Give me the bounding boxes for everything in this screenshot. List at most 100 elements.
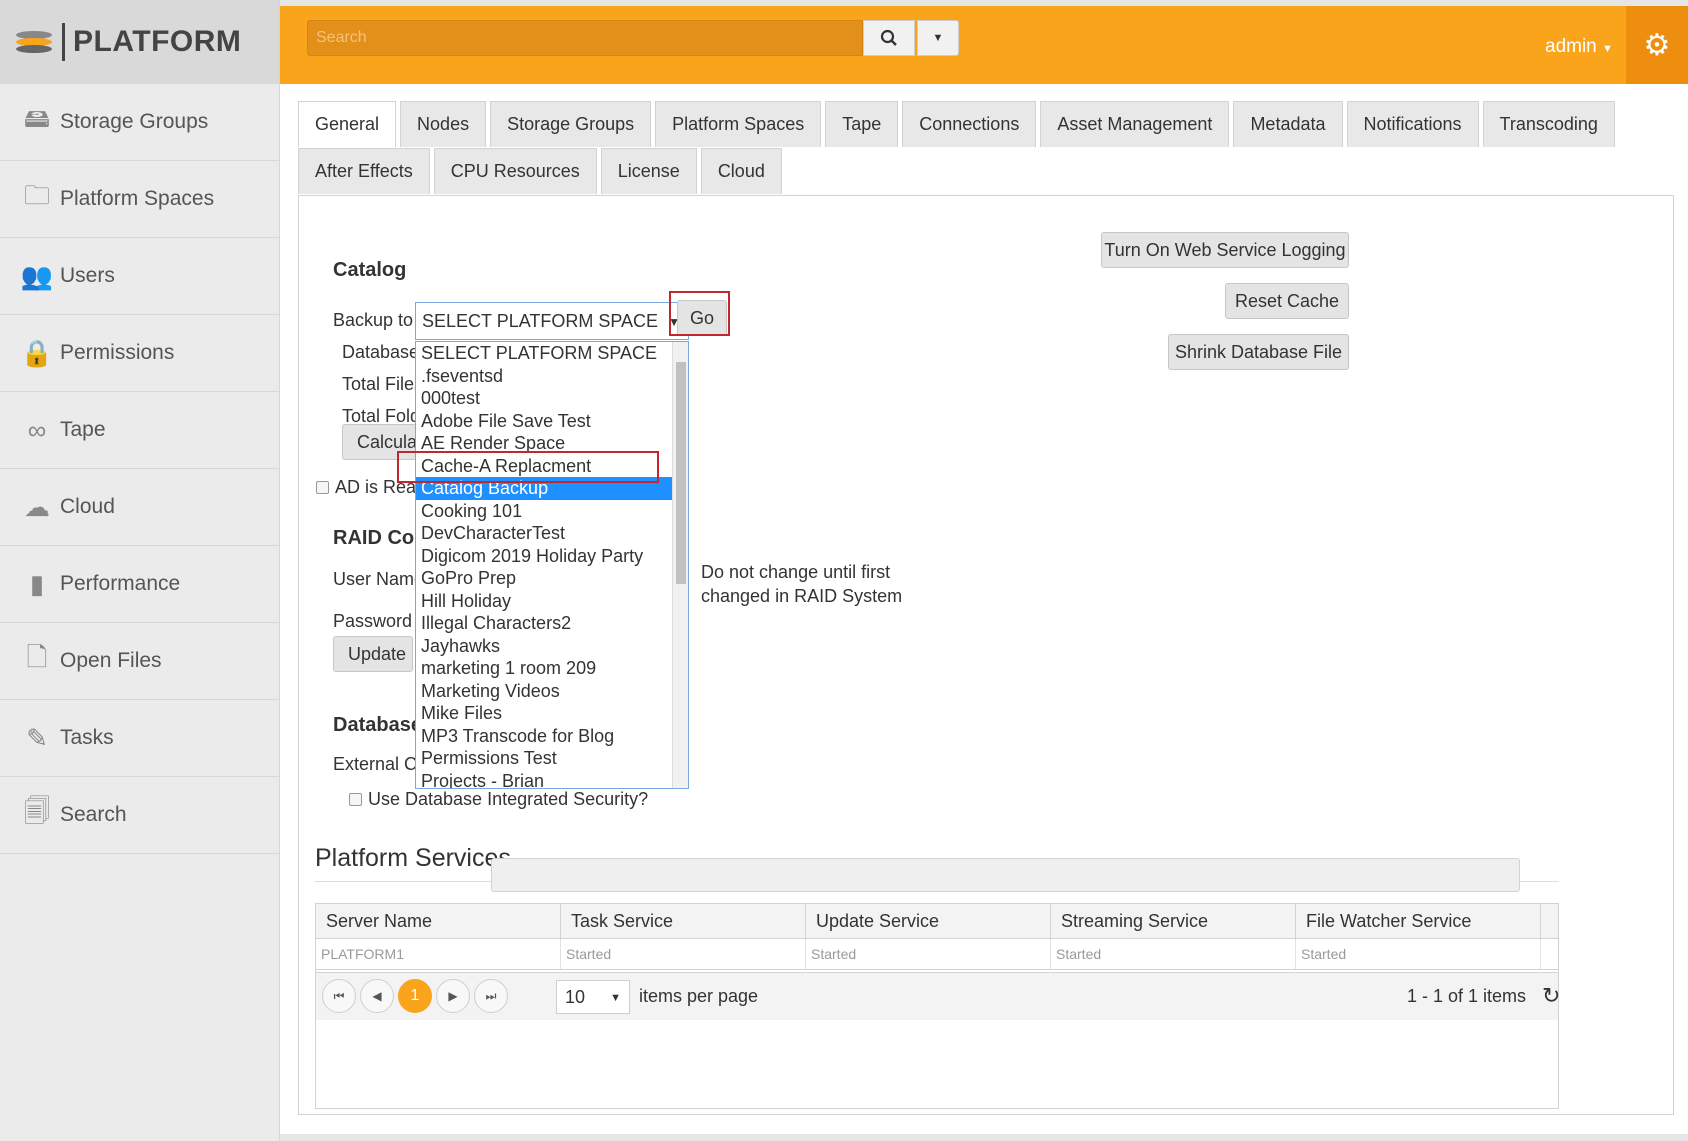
dropdown-option[interactable]: Illegal Characters2 <box>416 612 688 635</box>
dropdown-option[interactable]: Permissions Test <box>416 747 688 770</box>
dropdown-option[interactable]: Cooking 101 <box>416 500 688 523</box>
tab-tape[interactable]: Tape <box>825 101 899 147</box>
per-page-select[interactable]: 10 ▼ <box>556 980 630 1014</box>
dropdown-scrollbar[interactable] <box>672 342 688 788</box>
refresh-icon[interactable]: ↻ <box>1542 983 1560 1009</box>
search-options-dropdown[interactable]: ▼ <box>917 20 959 56</box>
scrollbar-thumb[interactable] <box>676 362 686 584</box>
tab-cpu-resources[interactable]: CPU Resources <box>433 148 597 194</box>
tab-cloud[interactable]: Cloud <box>700 148 782 194</box>
dropdown-option[interactable]: .fseventsd <box>416 365 688 388</box>
shrink-database-button[interactable]: Shrink Database File <box>1168 334 1349 370</box>
dropdown-option[interactable]: GoPro Prep <box>416 567 688 590</box>
lock-icon: 🔒 <box>20 337 54 368</box>
column-header-file-watcher-service[interactable]: File Watcher Service <box>1296 904 1541 938</box>
sidebar-item-label: Permissions <box>60 341 175 364</box>
tasks-icon: ✎ <box>26 722 48 753</box>
tab-metadata[interactable]: Metadata <box>1233 101 1343 147</box>
sidebar-item-search[interactable]: 🗐 Search <box>0 777 279 854</box>
table-cell: Started <box>806 939 1051 969</box>
last-page-button[interactable]: ⏭ <box>474 979 508 1013</box>
tab-after-effects[interactable]: After Effects <box>298 148 430 194</box>
per-page-label: items per page <box>639 986 759 1006</box>
tab-transcoding[interactable]: Transcoding <box>1482 101 1615 147</box>
sidebar-item-cloud[interactable]: ☁ Cloud <box>0 469 279 546</box>
current-page-button[interactable]: 1 <box>398 979 432 1013</box>
column-header-streaming-service[interactable]: Streaming Service <box>1051 904 1296 938</box>
raid-update-button[interactable]: Update <box>333 636 413 672</box>
next-page-button[interactable]: ▶ <box>436 979 470 1013</box>
tab-nodes[interactable]: Nodes <box>400 101 487 147</box>
database-label: Database <box>342 342 420 362</box>
dropdown-option[interactable]: marketing 1 room 209 <box>416 657 688 680</box>
column-header-task-service[interactable]: Task Service <box>561 904 806 938</box>
total-files-label: Total Files <box>342 374 424 394</box>
sidebar-item-platform-spaces[interactable]: 🗀 Platform Spaces <box>0 161 279 238</box>
first-page-button[interactable]: ⏮ <box>322 979 356 1013</box>
table-cell: Started <box>1296 939 1541 969</box>
settings-button[interactable]: ⚙ <box>1626 6 1688 84</box>
table-row[interactable]: PLATFORM1 Started Started Started Started <box>316 939 1558 970</box>
tab-notifications[interactable]: Notifications <box>1346 101 1479 147</box>
external-connection-input[interactable] <box>491 858 1520 892</box>
backup-to-label: Backup to <box>333 310 414 330</box>
web-service-logging-button[interactable]: Turn On Web Service Logging <box>1101 232 1349 268</box>
sidebar-item-tasks[interactable]: ✎ Tasks <box>0 700 279 777</box>
sidebar-item-performance[interactable]: ▮ Performance <box>0 546 279 623</box>
raid-heading: RAID Co <box>333 527 415 549</box>
sidebar-item-open-files[interactable]: 🗋 Open Files <box>0 623 279 700</box>
search-input[interactable] <box>307 20 863 56</box>
sidebar-item-storage-groups[interactable]: 🖴 Storage Groups <box>0 84 279 161</box>
search-button[interactable] <box>863 20 915 56</box>
integrated-security-checkbox[interactable] <box>349 793 362 806</box>
general-settings-panel: Turn On Web Service Logging Reset Cache … <box>298 195 1674 1115</box>
sidebar-item-label: Storage Groups <box>60 110 209 133</box>
logo[interactable]: PLATFORM <box>0 0 279 84</box>
search-doc-icon: 🗐 <box>24 796 50 826</box>
dropdown-option[interactable]: Digicom 2019 Holiday Party <box>416 545 688 568</box>
dropdown-option[interactable]: MP3 Transcode for Blog <box>416 725 688 748</box>
user-menu[interactable]: admin ▼ <box>1545 36 1613 58</box>
reset-cache-button[interactable]: Reset Cache <box>1225 283 1349 319</box>
dropdown-option[interactable]: Mike Files <box>416 702 688 725</box>
last-page-icon: ⏭ <box>485 988 497 1003</box>
user-name: admin <box>1545 36 1597 57</box>
dropdown-option[interactable]: Projects - Brian <box>416 770 688 789</box>
dropdown-option[interactable]: SELECT PLATFORM SPACE <box>416 342 688 365</box>
logo-text: PLATFORM <box>73 25 242 58</box>
storage-icon: 🖴 <box>23 103 51 133</box>
dropdown-option[interactable]: Hill Holiday <box>416 590 688 613</box>
tab-platform-spaces[interactable]: Platform Spaces <box>655 101 822 147</box>
prev-page-button[interactable]: ◀ <box>360 979 394 1013</box>
column-header-server-name[interactable]: Server Name <box>316 904 561 938</box>
main-content: General Nodes Storage Groups Platform Space… <box>280 84 1688 1134</box>
dropdown-option[interactable]: DevCharacterTest <box>416 522 688 545</box>
dropdown-option[interactable]: Marketing Videos <box>416 680 688 703</box>
table-cell: Started <box>561 939 806 969</box>
tab-connections[interactable]: Connections <box>902 101 1037 147</box>
tab-license[interactable]: License <box>600 148 697 194</box>
ad-checkbox[interactable] <box>316 481 329 494</box>
tab-asset-management[interactable]: Asset Management <box>1040 101 1230 147</box>
logo-separator <box>62 23 65 61</box>
cloud-icon: ☁ <box>24 491 50 522</box>
raid-user-label: User Name <box>333 569 425 589</box>
raid-note-line1: Do not change until first <box>701 562 891 582</box>
column-header-update-service[interactable]: Update Service <box>806 904 1051 938</box>
file-icon: 🗋 <box>26 642 48 672</box>
sidebar-item-label: Cloud <box>60 495 115 518</box>
dropdown-option[interactable]: Jayhawks <box>416 635 688 658</box>
tab-general[interactable]: General <box>298 101 397 147</box>
backup-platform-space-select[interactable]: SELECT PLATFORM SPACE ▼ <box>415 302 689 340</box>
grid-pager: ⏮ ◀ 1 ▶ ⏭ 10 ▼ items per page 1 - 1 of 1… <box>316 972 1560 1020</box>
platform-space-dropdown-list[interactable]: SELECT PLATFORM SPACE .fseventsd 000test Ad… <box>415 341 689 789</box>
raid-note-line2: changed in RAID System <box>701 586 903 606</box>
sidebar-item-tape[interactable]: ∞ Tape <box>0 392 279 469</box>
tab-storage-groups[interactable]: Storage Groups <box>490 101 652 147</box>
sidebar-item-permissions[interactable]: 🔒 Permissions <box>0 315 279 392</box>
dropdown-option[interactable]: 000test <box>416 387 688 410</box>
dropdown-option[interactable]: Adobe File Save Test <box>416 410 688 433</box>
platform-services-heading: Platform Services <box>315 844 511 872</box>
sidebar-item-label: Users <box>60 264 115 287</box>
sidebar-item-users[interactable]: 👥 Users <box>0 238 279 315</box>
